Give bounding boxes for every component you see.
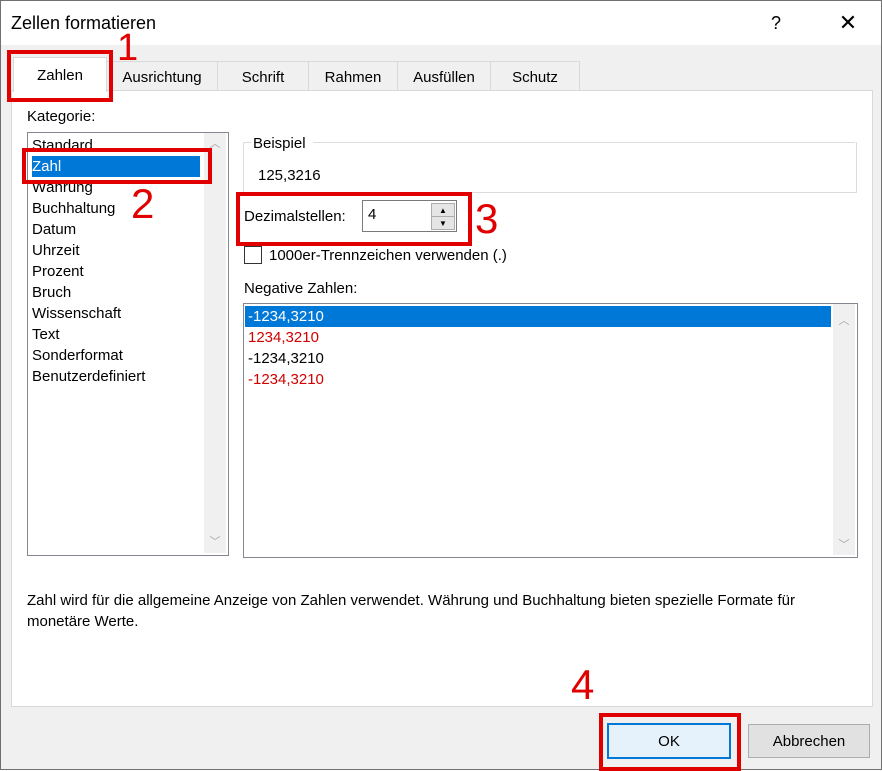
list-item[interactable]: Währung [32, 177, 93, 198]
scroll-up-icon[interactable]: ︿ [835, 312, 853, 328]
help-icon: ? [770, 12, 781, 33]
tab-rahmen[interactable]: Rahmen [308, 61, 398, 92]
help-button[interactable]: ? [753, 5, 799, 41]
tab-schutz[interactable]: Schutz [490, 61, 580, 92]
category-description: Zahl wird für die allgemeine Anzeige von… [27, 592, 795, 630]
format-cells-dialog: Zellen formatieren ? ✕ Zahlen Ausrichtun… [0, 0, 882, 770]
negative-zahlen-listbox[interactable]: -1234,3210 1234,3210 -1234,3210 -1234,32… [243, 303, 858, 558]
negative-scrollbar[interactable]: ︿ ﹀ [833, 304, 855, 555]
dezimalstellen-stepper[interactable]: 4 ▲ ▼ [362, 200, 457, 232]
list-item[interactable]: -1234,3210 [248, 369, 324, 390]
triangle-up-icon: ▲ [439, 205, 447, 215]
list-item[interactable]: Benutzerdefiniert [32, 366, 145, 387]
kategorie-label: Kategorie: [27, 108, 96, 125]
list-item[interactable]: Wissenschaft [32, 303, 121, 324]
tab-zahlen[interactable]: Zahlen [13, 57, 107, 92]
close-button[interactable]: ✕ [821, 5, 875, 41]
annotation-number-2: 2 [131, 180, 155, 227]
list-item[interactable]: Buchhaltung [32, 198, 115, 219]
list-item[interactable]: Text [32, 324, 60, 345]
list-item[interactable]: Uhrzeit [32, 240, 80, 261]
cancel-button[interactable]: Abbrechen [748, 724, 870, 758]
annotation-number-1: 1 [117, 27, 139, 69]
trennzeichen-checkbox[interactable] [244, 246, 262, 264]
beispiel-group [243, 142, 857, 193]
kategorie-scrollbar[interactable]: ︿ ﹀ [204, 133, 226, 553]
beispiel-label: Beispiel [253, 135, 306, 152]
dezimalstellen-label: Dezimalstellen: [244, 208, 346, 225]
trennzeichen-label: 1000er-Trennzeichen verwenden (.) [269, 247, 507, 264]
spin-down-button[interactable]: ▼ [431, 216, 455, 230]
list-item-selected[interactable]: Zahl [32, 156, 200, 177]
tab-schrift[interactable]: Schrift [217, 61, 309, 92]
spin-up-button[interactable]: ▲ [431, 203, 455, 217]
list-item[interactable]: Sonderformat [32, 345, 123, 366]
kategorie-listbox[interactable]: Standard Zahl Währung Buchhaltung Datum … [27, 132, 229, 556]
list-item[interactable]: Prozent [32, 261, 84, 282]
list-item[interactable]: -1234,3210 [248, 348, 324, 369]
ok-button[interactable]: OK [607, 723, 731, 759]
triangle-down-icon: ▼ [439, 218, 447, 228]
list-item[interactable]: Datum [32, 219, 76, 240]
list-item[interactable]: Bruch [32, 282, 71, 303]
close-icon: ✕ [838, 10, 858, 35]
beispiel-value: 125,3216 [258, 167, 321, 184]
scroll-up-icon[interactable]: ︿ [206, 135, 224, 151]
scroll-down-icon[interactable]: ﹀ [206, 533, 224, 549]
list-item[interactable]: 1234,3210 [248, 327, 319, 348]
negative-zahlen-label: Negative Zahlen: [244, 280, 358, 297]
annotation-number-3: 3 [475, 195, 499, 242]
list-item-selected[interactable]: -1234,3210 [245, 306, 831, 327]
tab-ausfuellen[interactable]: Ausfüllen [397, 61, 491, 92]
annotation-number-4: 4 [571, 661, 595, 708]
dezimalstellen-value: 4 [368, 206, 377, 223]
scroll-down-icon[interactable]: ﹀ [835, 536, 853, 552]
list-item[interactable]: Standard [32, 135, 93, 156]
